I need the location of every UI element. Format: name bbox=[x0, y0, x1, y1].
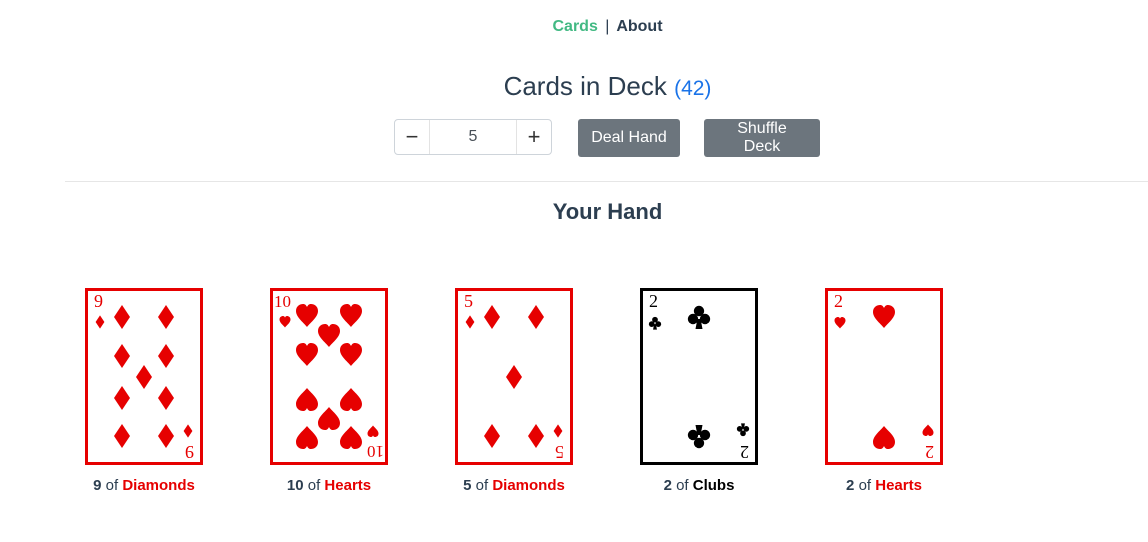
page-title-text: Cards in Deck bbox=[503, 71, 667, 101]
card-rank: 9 bbox=[93, 477, 102, 494]
shuffle-deck-button[interactable]: Shuffle Deck bbox=[704, 119, 820, 157]
svg-text:5: 5 bbox=[555, 442, 564, 462]
svg-text:2: 2 bbox=[925, 442, 934, 462]
card-1[interactable]: 9 9 bbox=[85, 288, 203, 465]
svg-text:9: 9 bbox=[185, 442, 194, 462]
svg-text:5: 5 bbox=[464, 291, 473, 311]
nav-about-link[interactable]: About bbox=[616, 18, 662, 35]
card-rank: 5 bbox=[463, 477, 472, 494]
nav-separator: | bbox=[605, 18, 610, 35]
card-suit: Clubs bbox=[692, 477, 735, 494]
card-suit: Hearts bbox=[875, 477, 922, 494]
nav-cards-link[interactable]: Cards bbox=[552, 18, 597, 35]
card-of: of bbox=[475, 477, 489, 494]
card-2[interactable]: 10 10 bbox=[270, 288, 388, 465]
svg-text:9: 9 bbox=[94, 291, 103, 311]
svg-text:2: 2 bbox=[740, 442, 749, 462]
increment-button[interactable]: + bbox=[516, 120, 551, 154]
top-nav: Cards | About bbox=[0, 18, 1148, 36]
card-1-caption: 9 of Diamonds bbox=[54, 477, 234, 494]
card-of: of bbox=[858, 477, 872, 494]
card-of: of bbox=[307, 477, 321, 494]
card-rank: 2 bbox=[846, 477, 855, 494]
card-2-of-hearts: 2 2 bbox=[825, 288, 943, 465]
svg-text:2: 2 bbox=[834, 291, 843, 311]
card-2-of-clubs: 2 2 bbox=[640, 288, 758, 465]
card-2-caption: 10 of Hearts bbox=[239, 477, 419, 494]
card-suit: Diamonds bbox=[122, 477, 195, 494]
page-title: Cards in Deck (42) bbox=[0, 71, 1148, 102]
card-10-of-hearts: 10 10 bbox=[270, 288, 388, 465]
card-suit: Diamonds bbox=[492, 477, 565, 494]
card-rank: 10 bbox=[286, 477, 304, 494]
card-of: of bbox=[105, 477, 119, 494]
hand-title: Your Hand bbox=[552, 199, 663, 224]
hand-size-input[interactable]: 5 bbox=[430, 128, 516, 146]
svg-text:10: 10 bbox=[274, 292, 291, 311]
card-rank: 2 bbox=[663, 477, 672, 494]
card-5-caption: 2 of Hearts bbox=[794, 477, 974, 494]
divider bbox=[65, 181, 1148, 182]
card-of: of bbox=[676, 477, 689, 494]
deal-hand-button[interactable]: Deal Hand bbox=[578, 119, 680, 157]
card-9-of-diamonds: 9 9 bbox=[85, 288, 203, 465]
card-suit: Hearts bbox=[324, 477, 372, 494]
card-3-caption: 5 of Diamonds bbox=[424, 477, 604, 494]
card-5[interactable]: 2 2 bbox=[825, 288, 943, 465]
svg-text:2: 2 bbox=[649, 291, 658, 311]
card-3[interactable]: 5 5 bbox=[455, 288, 573, 465]
deck-count: (42) bbox=[674, 77, 712, 100]
svg-text:10: 10 bbox=[367, 442, 384, 461]
decrement-button[interactable]: − bbox=[395, 120, 430, 154]
card-4-caption: 2 of Clubs bbox=[609, 477, 789, 494]
card-4[interactable]: 2 2 bbox=[640, 288, 758, 465]
card-5-of-diamonds: 5 5 bbox=[455, 288, 573, 465]
hand-size-stepper: − 5 + bbox=[394, 119, 552, 155]
